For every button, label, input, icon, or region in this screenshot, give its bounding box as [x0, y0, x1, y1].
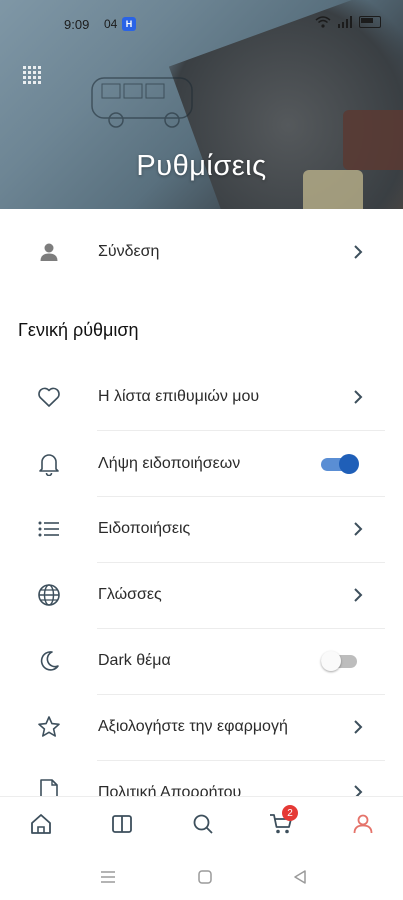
bottom-navigation: 2 [0, 797, 403, 853]
wishlist-label: Η λίστα επιθυμιών μου [98, 388, 260, 405]
languages-label: Γλώσσες [98, 586, 162, 603]
star-icon [36, 714, 62, 740]
profile-icon[interactable] [350, 811, 376, 837]
notifications-toggle[interactable] [321, 454, 359, 474]
home-button-icon[interactable] [195, 867, 215, 887]
status-icons [315, 16, 381, 28]
van-illustration [91, 77, 193, 128]
status-indicator: 04 [104, 17, 118, 31]
document-icon [36, 778, 62, 797]
catalog-icon[interactable] [109, 811, 135, 837]
recent-apps-icon[interactable] [98, 867, 118, 887]
status-bar: 9:09 04 H [0, 0, 403, 48]
dark-theme-toggle[interactable] [321, 651, 359, 671]
receive-notifications-row: Λήψη ειδοποιήσεων [0, 431, 403, 497]
chevron-right-icon [354, 588, 363, 602]
globe-icon [36, 582, 62, 608]
system-navigation-bar [0, 853, 403, 900]
battery-icon [359, 16, 381, 28]
signal-icon [338, 16, 352, 28]
chevron-right-icon [354, 785, 363, 797]
search-icon[interactable] [190, 811, 216, 837]
wifi-icon [315, 16, 331, 28]
wishlist-row[interactable]: Η λίστα επιθυμιών μου [0, 364, 403, 430]
login-row[interactable]: Σύνδεση [0, 219, 403, 285]
rate-app-row[interactable]: Αξιολογήστε την εφαρμογή [0, 694, 403, 760]
page-title: Ρυθμίσεις [136, 150, 267, 182]
toggle-knob [339, 454, 359, 474]
rate-app-label: Αξιολογήστε την εφαρμογή [98, 718, 288, 735]
list-icon [36, 516, 62, 542]
cart-count-badge: 2 [282, 805, 298, 821]
chevron-right-icon [354, 720, 363, 734]
toggle-knob [321, 651, 341, 671]
notification-app-icon: H [122, 17, 136, 31]
languages-row[interactable]: Γλώσσες [0, 562, 403, 628]
header-banner: 9:09 04 H Ρυθμίσεις [0, 0, 403, 209]
chevron-right-icon [354, 522, 363, 536]
bell-icon [36, 451, 62, 477]
notifications-label: Ειδοποιήσεις [98, 520, 191, 537]
section-title-general: Γενική ρύθμιση [18, 320, 139, 340]
home-icon[interactable] [28, 811, 54, 837]
dark-theme-label: Dark θέμα [98, 652, 171, 669]
user-icon [36, 239, 62, 265]
login-label: Σύνδεση [98, 243, 160, 260]
grid-menu-icon[interactable] [23, 66, 41, 84]
privacy-policy-label: Πολιτική Απορρήτου [98, 784, 242, 797]
privacy-policy-row[interactable]: Πολιτική Απορρήτου [0, 760, 403, 797]
dark-theme-row: Dark θέμα [0, 628, 403, 694]
cart-icon[interactable]: 2 [268, 805, 298, 837]
chevron-right-icon [354, 390, 363, 404]
notifications-row[interactable]: Ειδοποιήσεις [0, 496, 403, 562]
heart-icon [36, 384, 62, 410]
moon-icon [36, 648, 62, 674]
chevron-right-icon [354, 245, 363, 259]
back-button-icon[interactable] [290, 867, 310, 887]
receive-notifications-label: Λήψη ειδοποιήσεων [98, 455, 241, 472]
status-time: 9:09 [64, 17, 90, 32]
